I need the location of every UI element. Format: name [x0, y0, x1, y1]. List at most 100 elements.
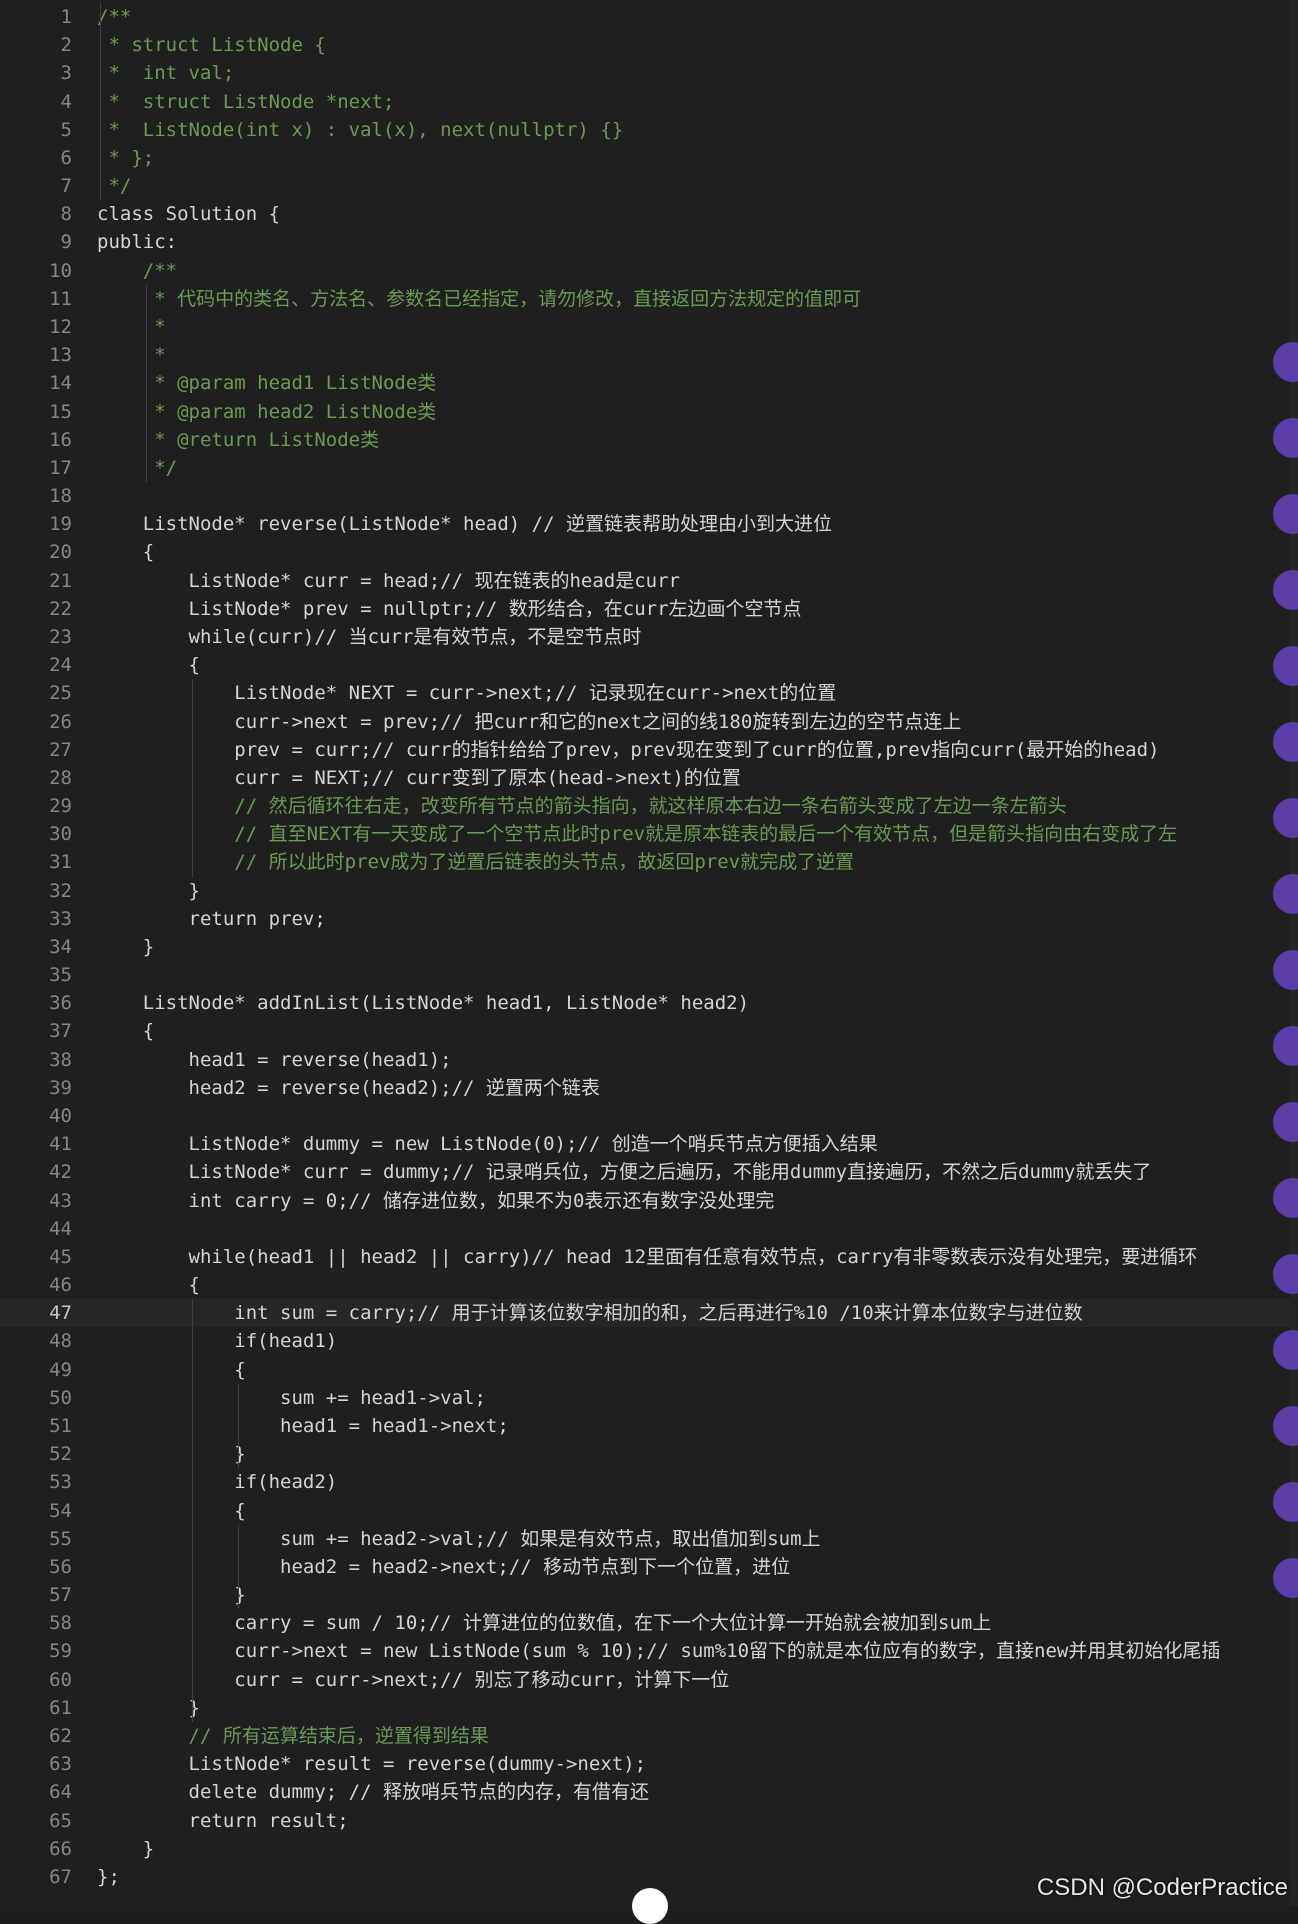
code-line[interactable]: 48 if(head1) — [0, 1327, 1298, 1355]
code-line[interactable]: 57 } — [0, 1581, 1298, 1609]
line-text: { — [97, 1499, 246, 1522]
code-line[interactable]: 41 ListNode* dummy = new ListNode(0);// … — [0, 1130, 1298, 1158]
code-line[interactable]: 29 // 然后循环往右走，改变所有节点的箭头指向，就这样原本右边一条右箭头变成… — [0, 792, 1298, 820]
indent-guide — [100, 3, 101, 201]
line-number: 57 — [49, 1584, 72, 1607]
code-line[interactable]: 55 sum += head2->val;// 如果是有效节点，取出值加到sum… — [0, 1525, 1298, 1553]
code-line[interactable]: 50 sum += head1->val; — [0, 1384, 1298, 1412]
code-line[interactable]: 15 * @param head2 ListNode类 — [0, 398, 1298, 426]
line-text: { — [97, 1020, 155, 1043]
line-number: 22 — [49, 597, 72, 620]
line-number: 27 — [49, 738, 72, 761]
code-line[interactable]: 51 head1 = head1->next; — [0, 1412, 1298, 1440]
code-line[interactable]: 34 } — [0, 933, 1298, 961]
code-line[interactable]: 62 // 所有运算结束后，逆置得到结果 — [0, 1722, 1298, 1750]
code-line[interactable]: 56 head2 = head2->next;// 移动节点到下一个位置，进位 — [0, 1553, 1298, 1581]
code-line[interactable]: 19 ListNode* reverse(ListNode* head) // … — [0, 510, 1298, 538]
code-line[interactable]: 61 } — [0, 1694, 1298, 1722]
code-line[interactable]: 26 curr->next = prev;// 把curr和它的next之间的线… — [0, 708, 1298, 736]
code-line[interactable]: 30 // 直至NEXT有一天变成了一个空节点此时prev就是原本链表的最后一个… — [0, 820, 1298, 848]
line-text: * int val; — [97, 62, 235, 85]
code-line[interactable]: 20 { — [0, 538, 1298, 566]
code-line[interactable]: 2 * struct ListNode { — [0, 31, 1298, 59]
code-line[interactable]: 8 class Solution { — [0, 200, 1298, 228]
line-text: // 直至NEXT有一天变成了一个空节点此时prev就是原本链表的最后一个有效节… — [97, 823, 1178, 846]
code-line[interactable]: 1 /** — [0, 3, 1298, 31]
cursor-indicator — [632, 1888, 668, 1924]
code-line[interactable]: 22 ListNode* prev = nullptr;// 数形结合，在cur… — [0, 595, 1298, 623]
line-number: 2 — [60, 34, 72, 57]
line-number: 17 — [49, 456, 72, 479]
code-line[interactable]: 35 — [0, 961, 1298, 989]
code-line[interactable]: 14 * @param head1 ListNode类 — [0, 369, 1298, 397]
code-line[interactable]: 58 carry = sum / 10;// 计算进位的位数值，在下一个大位计算… — [0, 1609, 1298, 1637]
code-line[interactable]: 42 ListNode* curr = dummy;// 记录哨兵位，方便之后遍… — [0, 1158, 1298, 1186]
code-line[interactable]: 44 — [0, 1215, 1298, 1243]
line-text: ListNode* result = reverse(dummy->next); — [97, 1753, 647, 1776]
code-line[interactable]: 4 * struct ListNode *next; — [0, 88, 1298, 116]
line-number: 50 — [49, 1386, 72, 1409]
code-line[interactable]: 64 delete dummy; // 释放哨兵节点的内存，有借有还 — [0, 1778, 1298, 1806]
indent-guide — [146, 284, 147, 483]
code-line[interactable]: 63 ListNode* result = reverse(dummy->nex… — [0, 1750, 1298, 1778]
line-text: // 所以此时prev成为了逆置后链表的头节点，故返回prev就完成了逆置 — [97, 851, 855, 874]
code-line[interactable]: 38 head1 = reverse(head1); — [0, 1046, 1298, 1074]
line-number: 66 — [49, 1837, 72, 1860]
code-line[interactable]: 3 * int val; — [0, 59, 1298, 87]
code-line[interactable]: 28 curr = NEXT;// curr变到了原本(head->next)的… — [0, 764, 1298, 792]
line-text: ListNode* dummy = new ListNode(0);// 创造一… — [97, 1133, 878, 1156]
line-number: 55 — [49, 1527, 72, 1550]
code-line[interactable]: 47 int sum = carry;// 用于计算该位数字相加的和，之后再进行… — [0, 1299, 1298, 1328]
code-line[interactable]: 18 — [0, 482, 1298, 510]
line-text: } — [97, 1837, 155, 1860]
code-line[interactable]: 16 * @return ListNode类 — [0, 426, 1298, 454]
line-number: 56 — [49, 1555, 72, 1578]
code-line[interactable]: 21 ListNode* curr = head;// 现在链表的head是cu… — [0, 567, 1298, 595]
code-line[interactable]: 32 } — [0, 877, 1298, 905]
line-text: } — [97, 1696, 200, 1719]
code-line[interactable]: 17 */ — [0, 454, 1298, 482]
line-number: 63 — [49, 1753, 72, 1776]
line-text: * — [97, 315, 166, 338]
code-line[interactable]: 39 head2 = reverse(head2);// 逆置两个链表 — [0, 1074, 1298, 1102]
line-text: delete dummy; // 释放哨兵节点的内存，有借有还 — [97, 1781, 649, 1804]
code-line[interactable]: 43 int carry = 0;// 储存进位数，如果不为0表示还有数字没处理… — [0, 1187, 1298, 1215]
code-line[interactable]: 66 } — [0, 1835, 1298, 1863]
code-line[interactable]: 23 while(curr)// 当curr是有效节点，不是空节点时 — [0, 623, 1298, 651]
code-line[interactable]: 59 curr->next = new ListNode(sum % 10);/… — [0, 1637, 1298, 1665]
code-line[interactable]: 33 return prev; — [0, 905, 1298, 933]
line-text: head2 = reverse(head2);// 逆置两个链表 — [97, 1076, 600, 1099]
code-editor[interactable]: 1/** 2 * struct ListNode {3 * int val; 4 *… — [0, 0, 1298, 1924]
line-number: 14 — [49, 372, 72, 395]
code-line[interactable]: 6 * }; — [0, 144, 1298, 172]
code-line[interactable]: 11 * 代码中的类名、方法名、参数名已经指定，请勿修改，直接返回方法规定的值即… — [0, 285, 1298, 313]
line-text: * struct ListNode *next; — [97, 90, 395, 113]
line-text: head1 = head1->next; — [97, 1415, 509, 1437]
code-line[interactable]: 27 prev = curr;// curr的指针给给了prev，prev现在变… — [0, 736, 1298, 764]
line-text: * @return ListNode类 — [97, 428, 380, 451]
code-line[interactable]: 53 if(head2) — [0, 1468, 1298, 1496]
code-line[interactable]: 13 * — [0, 341, 1298, 369]
line-number: 41 — [49, 1133, 72, 1156]
code-line[interactable]: 36 ListNode* addInList(ListNode* head1, … — [0, 989, 1298, 1017]
code-line[interactable]: 45 while(head1 || head2 || carry)// head… — [0, 1243, 1298, 1271]
code-line[interactable]: 7 */ — [0, 172, 1298, 200]
code-line[interactable]: 46 { — [0, 1271, 1298, 1299]
code-line[interactable]: 52 } — [0, 1440, 1298, 1468]
code-line[interactable]: 24 { — [0, 651, 1298, 679]
code-line[interactable]: 25 ListNode* NEXT = curr->next;// 记录现在cu… — [0, 679, 1298, 707]
code-line[interactable]: 60 curr = curr->next;// 别忘了移动curr，计算下一位 — [0, 1666, 1298, 1694]
line-number: 13 — [49, 344, 72, 367]
code-line[interactable]: 9 public: — [0, 228, 1298, 256]
code-line[interactable]: 31 // 所以此时prev成为了逆置后链表的头节点，故返回prev就完成了逆置 — [0, 848, 1298, 876]
code-line[interactable]: 5 * ListNode(int x) : val(x), next(nullp… — [0, 116, 1298, 144]
watermark: CSDN @CoderPractice — [1036, 1874, 1288, 1901]
code-line[interactable]: 54 { — [0, 1497, 1298, 1525]
code-line[interactable]: 10 /** — [0, 257, 1298, 285]
line-number: 44 — [49, 1217, 72, 1240]
code-line[interactable]: 40 — [0, 1102, 1298, 1130]
code-line[interactable]: 12 * — [0, 313, 1298, 341]
code-line[interactable]: 37 { — [0, 1017, 1298, 1045]
code-line[interactable]: 49 { — [0, 1356, 1298, 1384]
code-line[interactable]: 65 return result; — [0, 1807, 1298, 1835]
